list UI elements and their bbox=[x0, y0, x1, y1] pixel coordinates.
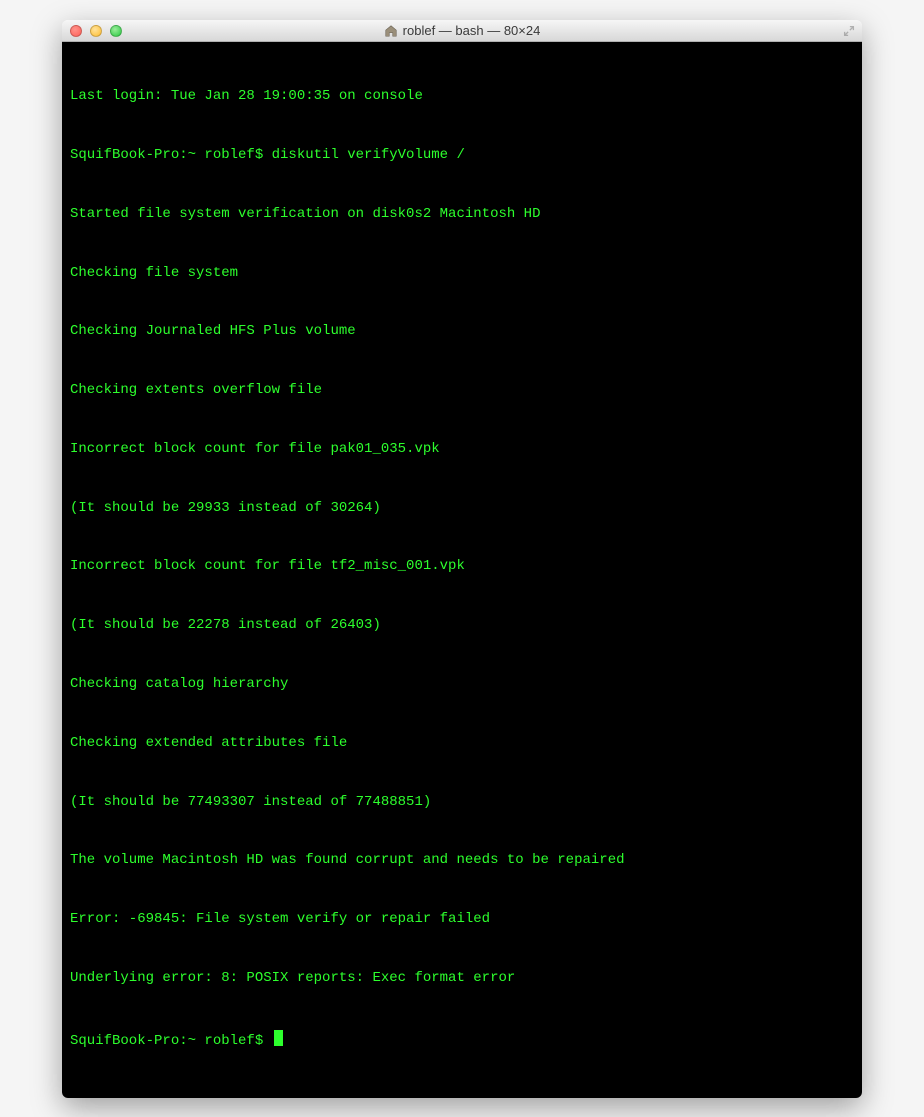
prompt-text: SquifBook-Pro:~ roblef$ bbox=[70, 1032, 272, 1052]
terminal-line: Checking file system bbox=[70, 264, 854, 284]
terminal-line: Checking extents overflow file bbox=[70, 381, 854, 401]
traffic-lights bbox=[70, 25, 122, 37]
terminal-line: Last login: Tue Jan 28 19:00:35 on conso… bbox=[70, 87, 854, 107]
titlebar[interactable]: roblef — bash — 80×24 bbox=[62, 20, 862, 42]
window-title-text: roblef — bash — 80×24 bbox=[403, 23, 541, 38]
terminal-line: Checking catalog hierarchy bbox=[70, 675, 854, 695]
terminal-line: (It should be 29933 instead of 30264) bbox=[70, 499, 854, 519]
terminal-line: SquifBook-Pro:~ roblef$ diskutil verifyV… bbox=[70, 146, 854, 166]
window-title: roblef — bash — 80×24 bbox=[62, 23, 862, 38]
minimize-button[interactable] bbox=[90, 25, 102, 37]
prompt-line: SquifBook-Pro:~ roblef$ bbox=[70, 1028, 854, 1052]
terminal-window: roblef — bash — 80×24 Last login: Tue Ja… bbox=[62, 20, 862, 1098]
terminal-output[interactable]: Last login: Tue Jan 28 19:00:35 on conso… bbox=[62, 42, 862, 1098]
terminal-line: Started file system verification on disk… bbox=[70, 205, 854, 225]
cursor bbox=[274, 1030, 283, 1046]
terminal-line: Underlying error: 8: POSIX reports: Exec… bbox=[70, 969, 854, 989]
zoom-button[interactable] bbox=[110, 25, 122, 37]
terminal-line: Checking extended attributes file bbox=[70, 734, 854, 754]
terminal-line: The volume Macintosh HD was found corrup… bbox=[70, 851, 854, 871]
terminal-line: Incorrect block count for file tf2_misc_… bbox=[70, 557, 854, 577]
terminal-line: (It should be 77493307 instead of 774888… bbox=[70, 793, 854, 813]
terminal-line: Error: -69845: File system verify or rep… bbox=[70, 910, 854, 930]
fullscreen-icon[interactable] bbox=[842, 24, 856, 38]
home-icon bbox=[384, 24, 398, 38]
close-button[interactable] bbox=[70, 25, 82, 37]
terminal-line: Incorrect block count for file pak01_035… bbox=[70, 440, 854, 460]
terminal-line: (It should be 22278 instead of 26403) bbox=[70, 616, 854, 636]
terminal-line: Checking Journaled HFS Plus volume bbox=[70, 322, 854, 342]
